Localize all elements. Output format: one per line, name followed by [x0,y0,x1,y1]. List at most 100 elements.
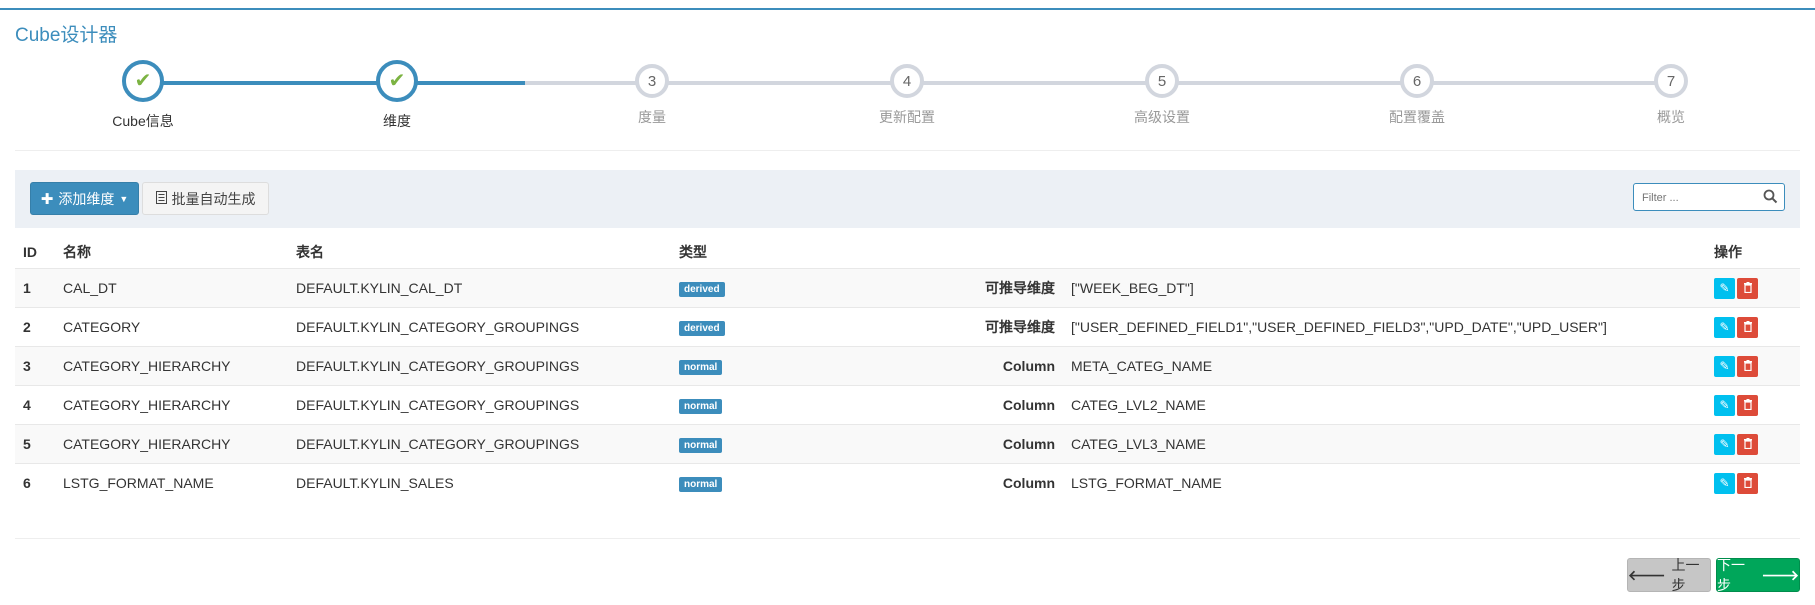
cell-id: 4 [15,385,55,425]
table-row: 4 CATEGORY_HIERARCHY DEFAULT.KYLIN_CATEGOR… [15,385,1800,425]
search-icon [1763,189,1778,209]
table-row: 2 CATEGORY DEFAULT.KYLIN_CATEGORY_GROUPING… [15,307,1800,347]
trash-icon[interactable] [1737,472,1758,494]
step-number: 4 [902,72,912,90]
step-number: 3 [647,72,657,90]
steps-divider [15,150,1800,151]
cell-ops: ✎ [1706,307,1800,347]
page-title: Cube设计器 [15,25,118,46]
header-column-type [837,235,1063,269]
batch-generate-button[interactable]: 批量自动生成 [142,182,269,215]
table-row: 3 CATEGORY_HIERARCHY DEFAULT.KYLIN_CATEGOR… [15,346,1800,386]
wizard-step-1[interactable]: ✔ Cube信息 [63,58,223,131]
previous-step-button[interactable]: 🡐 上一步 [1627,557,1711,593]
step-label: 概览 [1657,109,1685,125]
next-step-label: 下一步 [1717,557,1745,593]
step-circle: 6 [1400,64,1434,98]
header-name: 名称 [63,243,91,260]
type-badge: derived [679,321,725,336]
plus-icon: ✚ [40,190,54,208]
step-number: 7 [1666,72,1676,90]
wizard-steps: ✔ Cube信息 ✔ 维度 3 度量 4 更新配置 5 高级设置 6 配置覆盖 7 概览 [0,58,1815,143]
edit-icon[interactable]: ✎ [1714,433,1735,455]
step-circle: 3 [635,64,669,98]
filter-box [1633,183,1785,211]
edit-icon[interactable]: ✎ [1714,394,1735,416]
cell-id: 6 [15,463,55,502]
cube-designer-panel: Cube设计器 ✔ Cube信息 ✔ 维度 3 度量 4 更新配置 5 高级设置 6 配置覆盖 7 概览 … [0,8,1815,605]
step-label: Cube信息 [112,113,174,129]
step-label: 更新配置 [879,109,935,125]
cell-name: CATEGORY [55,307,288,347]
cell-type: normal [671,463,837,502]
cell-type: normal [671,346,837,386]
edit-icon[interactable]: ✎ [1714,355,1735,377]
wizard-step-5[interactable]: 5 高级设置 [1082,58,1242,127]
next-step-button[interactable]: 下一步 🡒 [1716,557,1800,593]
add-dimension-button[interactable]: ✚ 添加维度 ▼ [30,182,139,215]
cell-type: derived [671,268,837,308]
cell-columns: ["USER_DEFINED_FIELD1","USER_DEFINED_FIE… [1063,307,1706,347]
cell-columns: META_CATEG_NAME [1063,346,1706,386]
header-type: 类型 [679,243,707,260]
type-badge: normal [679,477,723,492]
cell-ops: ✎ [1706,268,1800,308]
wizard-step-7[interactable]: 7 概览 [1591,58,1751,127]
table-row: 1 CAL_DT DEFAULT.KYLIN_CAL_DT derived 可推导维度[… [15,268,1800,308]
previous-step-label: 上一步 [1671,557,1700,593]
filter-input[interactable] [1640,185,1764,211]
add-dimension-label: 添加维度 [58,190,115,207]
table-row: 5 CATEGORY_HIERARCHY DEFAULT.KYLIN_CATEGOR… [15,424,1800,464]
header-table: 表名 [296,243,324,260]
trash-icon[interactable] [1737,394,1758,416]
table-row: 6 LSTG_FORMAT_NAME DEFAULT.KYLIN_SALES norm… [15,463,1800,502]
arrow-left-icon: 🡐 [1628,566,1666,583]
trash-icon[interactable] [1737,433,1758,455]
step-circle: 4 [890,64,924,98]
trash-icon[interactable] [1737,355,1758,377]
cell-id: 5 [15,424,55,464]
cell-ops: ✎ [1706,346,1800,386]
step-circle: 5 [1145,64,1179,98]
edit-icon[interactable]: ✎ [1714,472,1735,494]
header-id: ID [23,243,37,260]
cell-name: CAL_DT [55,268,288,308]
check-icon: ✔ [134,70,152,92]
cell-ops: ✎ [1706,463,1800,502]
cell-column-type: Column [837,385,1063,425]
cell-table: DEFAULT.KYLIN_CATEGORY_GROUPINGS [288,385,671,425]
cell-name: LSTG_FORMAT_NAME [55,463,288,502]
wizard-step-4[interactable]: 4 更新配置 [827,58,987,127]
cell-column-type: Column [837,463,1063,502]
cell-id: 2 [15,307,55,347]
type-badge: derived [679,282,725,297]
type-badge: normal [679,438,723,453]
wizard-step-6[interactable]: 6 配置覆盖 [1337,58,1497,127]
trash-icon[interactable] [1737,316,1758,338]
edit-icon[interactable]: ✎ [1714,316,1735,338]
step-number: 5 [1157,72,1167,90]
step-circle: 7 [1654,64,1688,98]
cell-table: DEFAULT.KYLIN_CATEGORY_GROUPINGS [288,424,671,464]
cell-type: derived [671,307,837,347]
check-icon: ✔ [388,70,406,92]
cell-type: normal [671,385,837,425]
trash-icon[interactable] [1737,277,1758,299]
edit-icon[interactable]: ✎ [1714,277,1735,299]
wizard-step-2[interactable]: ✔ 维度 [317,58,477,131]
list-alt-icon [155,190,167,207]
cell-name: CATEGORY_HIERARCHY [55,385,288,425]
cell-ops: ✎ [1706,385,1800,425]
wizard-step-3[interactable]: 3 度量 [572,58,732,127]
header-columns [1063,235,1706,269]
cell-columns: CATEG_LVL2_NAME [1063,385,1706,425]
batch-generate-label: 批量自动生成 [171,190,256,207]
cell-name: CATEGORY_HIERARCHY [55,424,288,464]
step-label: 度量 [638,109,666,125]
type-badge: normal [679,360,723,375]
table-header-row: ID 名称 表名 类型 操作 [15,235,1800,269]
cell-name: CATEGORY_HIERARCHY [55,346,288,386]
cell-table: DEFAULT.KYLIN_SALES [288,463,671,502]
cell-columns: LSTG_FORMAT_NAME [1063,463,1706,502]
type-badge: normal [679,399,723,414]
